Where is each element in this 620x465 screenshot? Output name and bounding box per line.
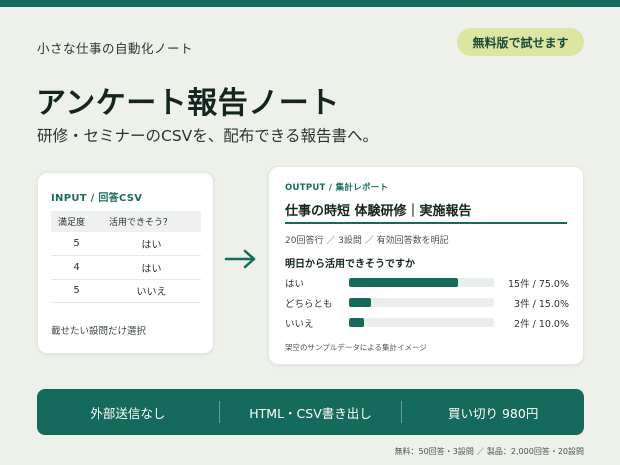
series-label: 小さな仕事の自動化ノート <box>37 41 194 56</box>
input-card: INPUT / 回答CSV 満足度 活用できそう？ 5 はい 4 はい 5 いい… <box>37 172 214 354</box>
output-card-label: OUTPUT / 集計レポート <box>285 183 389 193</box>
table-cell: 5 <box>51 232 102 256</box>
result-bar <box>349 298 371 307</box>
feature-no-external-send: 外部送信なし <box>90 405 166 421</box>
table-cell: 4 <box>51 255 102 280</box>
table-row: 4 はい <box>51 255 201 280</box>
top-accent-bar <box>0 0 620 7</box>
feature-banner: 外部送信なし HTML・CSV書き出し 買い切り 980円 <box>37 389 584 435</box>
result-bar-track <box>349 298 494 307</box>
result-bar-track <box>349 318 494 327</box>
result-bar <box>349 318 364 327</box>
page-subtitle: 研修・セミナーのCSVを、配布できる報告書へ。 <box>37 127 378 145</box>
table-row: 5 いいえ <box>51 279 201 303</box>
result-label: どちらとも <box>285 299 333 310</box>
table-cell: はい <box>102 232 201 256</box>
result-row: はい 15件 / 75.0% <box>285 275 569 290</box>
result-row: どちらとも 3件 / 15.0% <box>285 295 569 310</box>
result-bar <box>349 278 458 287</box>
result-value: 15件 / 75.0% <box>507 279 569 290</box>
table-header-row: 満足度 活用できそう？ <box>51 211 201 232</box>
report-title: 仕事の時短 体験研修｜実施報告 <box>285 204 472 219</box>
table-cell: はい <box>102 255 201 280</box>
arrow-right-icon <box>224 249 256 269</box>
output-card: OUTPUT / 集計レポート 仕事の時短 体験研修｜実施報告 20回答行 ／ … <box>268 166 584 365</box>
column-header: 活用できそう？ <box>102 211 201 232</box>
input-card-note: 載せたい設問だけ選択 <box>51 326 147 337</box>
result-label: はい <box>285 279 305 290</box>
plan-limits-footnote: 無料：50回答・3設問 ／ 製品：2,000回答・20設問 <box>394 447 584 456</box>
table-cell: 5 <box>51 279 102 303</box>
input-csv-table: 満足度 活用できそう？ 5 はい 4 はい 5 いいえ <box>51 211 201 303</box>
result-value: 2件 / 10.0% <box>514 319 569 330</box>
title-divider <box>285 222 567 224</box>
report-meta: 20回答行 ／ 3設問 ／ 有効回答数を明記 <box>285 236 449 246</box>
page-title: アンケート報告ノート <box>36 86 340 121</box>
feature-price: 買い切り 980円 <box>448 405 539 421</box>
table-row: 5 はい <box>51 232 201 256</box>
output-card-footnote: 架空のサンプルデータによる集計イメージ <box>285 343 427 352</box>
result-row: いいえ 2件 / 10.0% <box>285 315 569 330</box>
table-cell: いいえ <box>102 279 201 303</box>
free-trial-badge[interactable]: 無料版で試せます <box>457 28 584 56</box>
report-question: 明日から活用できそうですか <box>285 259 415 270</box>
result-label: いいえ <box>285 319 314 330</box>
feature-export: HTML・CSV書き出し <box>249 405 372 421</box>
input-card-label: INPUT / 回答CSV <box>51 193 143 204</box>
result-value: 3件 / 15.0% <box>514 299 569 310</box>
column-header: 満足度 <box>51 211 102 232</box>
result-bar-track <box>349 278 494 287</box>
